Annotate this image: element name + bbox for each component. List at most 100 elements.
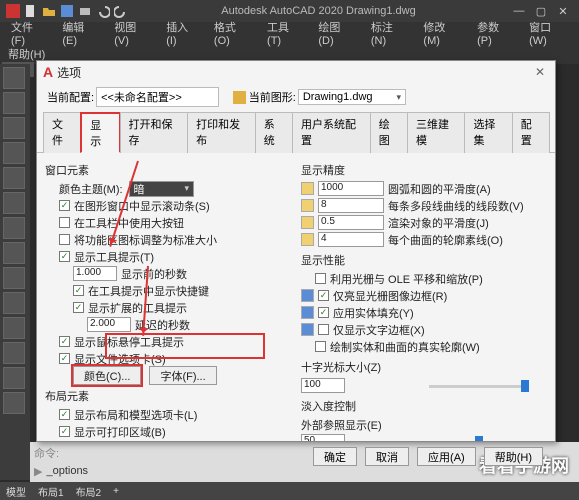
checkbox[interactable] [59, 353, 70, 364]
tab-3d[interactable]: 三维建模 [407, 112, 465, 153]
render-smooth-field[interactable]: 0.5 [318, 215, 384, 230]
checkbox[interactable] [73, 285, 84, 296]
dwg-icon [301, 289, 314, 302]
menu-insert[interactable]: 插入(I) [159, 17, 205, 49]
tool-icon[interactable] [3, 292, 25, 314]
crosshair-slider[interactable] [429, 379, 529, 393]
menu-tools[interactable]: 工具(T) [260, 17, 309, 49]
menu-dimension[interactable]: 标注(N) [364, 17, 415, 49]
help-button[interactable]: 帮助(H) [484, 447, 543, 466]
tool-icon[interactable] [3, 167, 25, 189]
tooltip-delay-field[interactable]: 1.000 [73, 266, 117, 281]
chevron-down-icon: ▾ [185, 183, 190, 194]
colors-button[interactable]: 颜色(C)... [73, 366, 141, 385]
tool-icon[interactable] [3, 242, 25, 264]
fonts-button[interactable]: 字体(F)... [149, 366, 216, 385]
redo-icon[interactable] [114, 4, 128, 18]
checkbox[interactable] [59, 251, 70, 262]
opt-layout-tabs: 显示布局和模型选项卡(L) [74, 407, 197, 423]
checkbox[interactable] [318, 307, 329, 318]
tab-files[interactable]: 文件 [43, 112, 81, 153]
menu-view[interactable]: 视图(V) [107, 17, 157, 49]
tool-icon[interactable] [3, 117, 25, 139]
undo-icon[interactable] [96, 4, 110, 18]
tool-icon[interactable] [3, 392, 25, 414]
ok-button[interactable]: 确定 [313, 447, 357, 466]
status-model[interactable]: 模型 [6, 484, 26, 499]
color-scheme-label: 颜色主题(M): [59, 181, 123, 197]
tab-system[interactable]: 系统 [255, 112, 293, 153]
checkbox[interactable] [318, 290, 329, 301]
menu-format[interactable]: 格式(O) [207, 17, 258, 49]
polyline-seg-field[interactable]: 8 [318, 198, 384, 213]
print-icon[interactable] [78, 4, 92, 18]
apply-button[interactable]: 应用(A) [417, 447, 476, 466]
tool-icon[interactable] [3, 217, 25, 239]
checkbox[interactable] [59, 426, 70, 437]
tab-plot[interactable]: 打印和发布 [187, 112, 256, 153]
tab-selection[interactable]: 选择集 [464, 112, 512, 153]
menu-modify[interactable]: 修改(M) [416, 17, 468, 49]
tool-icon[interactable] [3, 142, 25, 164]
menu-file[interactable]: 文件(F) [4, 17, 53, 49]
tab-display[interactable]: 显示 [80, 112, 120, 153]
group-layout-elements: 布局元素 [45, 388, 291, 404]
fade-xref-field[interactable]: 50 [301, 434, 345, 441]
drawing-icon [233, 91, 246, 104]
arc-smooth-label: 圆弧和圆的平滑度(A) [388, 181, 491, 197]
tool-icon[interactable] [3, 367, 25, 389]
app-menu-icon[interactable] [6, 4, 20, 18]
contour-lines-label: 每个曲面的轮廓素线(O) [388, 232, 503, 248]
tab-profiles[interactable]: 配置 [512, 112, 550, 153]
opt-scrollbars: 在图形窗口中显示滚动条(S) [74, 198, 210, 214]
checkbox[interactable] [59, 217, 70, 228]
tool-icon[interactable] [3, 192, 25, 214]
current-drawing-value: Drawing1.dwg [303, 91, 373, 103]
color-scheme-select[interactable]: 暗 ▾ [129, 181, 195, 197]
statusbar: 模型 布局1 布局2 + [0, 482, 579, 500]
tool-icon[interactable] [3, 317, 25, 339]
checkbox[interactable] [315, 341, 326, 352]
checkbox[interactable] [73, 302, 84, 313]
checkbox[interactable] [59, 409, 70, 420]
status-layout2[interactable]: 布局2 [76, 484, 102, 499]
fade-xref-slider[interactable] [429, 435, 529, 442]
save-icon[interactable] [60, 4, 74, 18]
fade-xref-label: 外部参照显示(E) [301, 416, 547, 433]
menu-edit[interactable]: 编辑(E) [55, 17, 105, 49]
dwg-icon [301, 216, 314, 229]
checkbox[interactable] [59, 200, 70, 211]
group-fade: 淡入度控制 [301, 398, 547, 414]
dwg-icon [301, 199, 314, 212]
current-drawing-dropdown[interactable]: Drawing1.dwg ▾ [298, 89, 406, 105]
tool-icon[interactable] [3, 92, 25, 114]
status-layout1[interactable]: 布局1 [38, 484, 64, 499]
checkbox[interactable] [315, 273, 326, 284]
open-icon[interactable] [42, 4, 56, 18]
menu-window[interactable]: 窗口(W) [522, 17, 575, 49]
menu-draw[interactable]: 绘图(D) [311, 17, 362, 49]
checkbox[interactable] [59, 234, 70, 245]
tab-open-save[interactable]: 打开和保存 [120, 112, 189, 153]
tab-user[interactable]: 用户系统配置 [292, 112, 371, 153]
current-config-label: 当前配置: [47, 89, 94, 105]
menu-parametric[interactable]: 参数(P) [470, 17, 520, 49]
ext-tip-delay-label: 延迟的秒数 [135, 317, 190, 333]
contour-lines-field[interactable]: 4 [318, 232, 384, 247]
arc-smooth-field[interactable]: 1000 [318, 181, 384, 196]
dialog-body: 窗口元素 颜色主题(M): 暗 ▾ 在图形窗口中显示滚动条(S) 在工具栏中使用… [37, 153, 555, 441]
tool-icon[interactable] [3, 67, 25, 89]
new-icon[interactable] [24, 4, 38, 18]
cancel-button[interactable]: 取消 [365, 447, 409, 466]
crosshair-field[interactable]: 100 [301, 378, 345, 393]
ext-tip-delay-field[interactable]: 2.000 [87, 317, 131, 332]
checkbox[interactable] [318, 324, 329, 335]
dialog-close-button[interactable]: ✕ [531, 63, 549, 81]
config-header: 当前配置: <<未命名配置>> 当前图形: Drawing1.dwg ▾ [37, 83, 555, 111]
tool-icon[interactable] [3, 267, 25, 289]
tool-icon[interactable] [3, 342, 25, 364]
checkbox[interactable] [59, 336, 70, 347]
tab-drafting[interactable]: 绘图 [370, 112, 408, 153]
opt-ribbon-std: 将功能区图标调整为标准大小 [74, 232, 217, 248]
status-add-layout[interactable]: + [113, 486, 119, 497]
